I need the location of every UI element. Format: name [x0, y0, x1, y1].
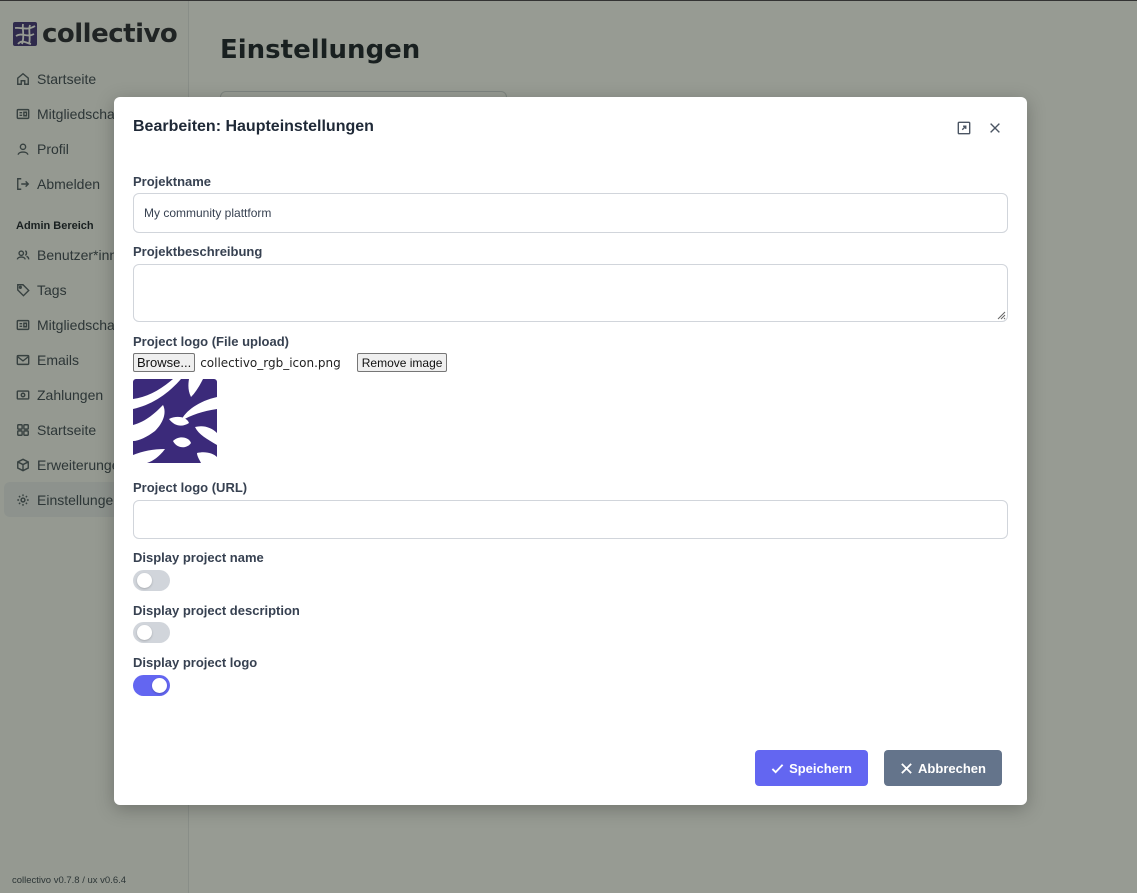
logo-preview-image [133, 379, 217, 463]
logo-url-label: Project logo (URL) [133, 480, 248, 495]
close-icon [901, 762, 912, 774]
toggle-knob [137, 625, 152, 640]
toggle-knob [152, 678, 167, 693]
logo-upload-label: Project logo (File upload) [133, 334, 289, 349]
display-name-label: Display project name [133, 550, 264, 565]
project-name-input[interactable] [133, 193, 1008, 233]
close-icon [990, 123, 1000, 133]
cancel-button[interactable]: Abbrechen [884, 750, 1002, 786]
resize-grip-icon[interactable] [996, 310, 1006, 320]
remove-image-button[interactable]: Remove image [356, 353, 448, 372]
save-button-label: Speichern [789, 760, 852, 776]
save-button[interactable]: Speichern [755, 750, 868, 786]
project-description-label: Projektbeschreibung [133, 244, 263, 259]
close-button[interactable] [987, 120, 1003, 136]
browse-button[interactable]: Browse... [133, 353, 196, 372]
maximize-icon [957, 121, 971, 135]
display-name-toggle[interactable] [133, 570, 170, 591]
dialog-title: Bearbeiten: Haupteinstellungen [133, 118, 374, 135]
display-logo-toggle[interactable] [133, 675, 170, 696]
logo-upload-row: Browse... collectivo_rgb_icon.png Remove… [133, 353, 448, 372]
project-name-label: Projektname [133, 174, 212, 189]
display-description-toggle[interactable] [133, 622, 170, 643]
display-description-label: Display project description [133, 603, 300, 618]
toggle-knob [137, 573, 152, 588]
check-icon [771, 763, 784, 774]
maximize-button[interactable] [956, 120, 972, 136]
edit-settings-dialog: Bearbeiten: Haupteinstellungen Projektna… [114, 97, 1027, 805]
display-logo-label: Display project logo [133, 655, 258, 670]
project-description-textarea[interactable] [133, 264, 1008, 322]
cancel-button-label: Abbrechen [918, 760, 986, 776]
file-name: collectivo_rgb_icon.png [200, 355, 341, 370]
logo-url-input[interactable] [133, 500, 1008, 539]
